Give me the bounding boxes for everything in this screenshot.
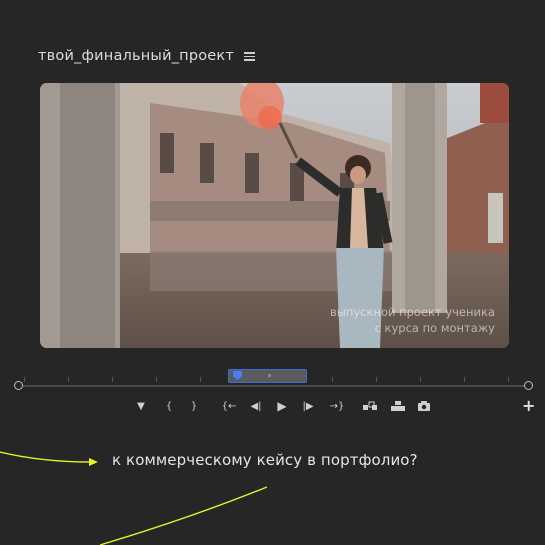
pointer-arrows (0, 451, 268, 545)
left-arrow-line (0, 451, 93, 463)
arrow-head-icon (89, 458, 98, 466)
bottom-arrow-line (99, 486, 268, 545)
